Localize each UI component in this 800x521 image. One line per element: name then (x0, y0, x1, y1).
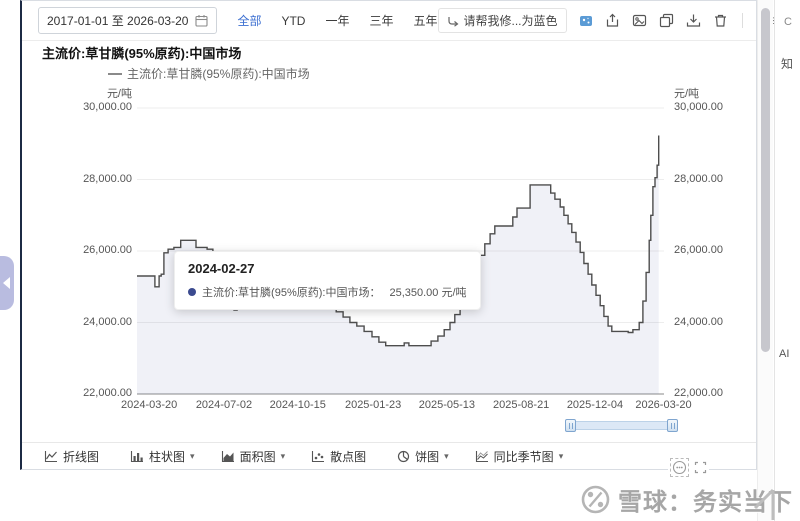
toolbar-right-tools: 请帮我修...为蓝色 (437, 8, 800, 33)
calendar-icon (195, 14, 208, 27)
chart-legend[interactable]: 主流价:草甘膦(95%原药):中国市场 (108, 65, 310, 82)
chart-panel: 2017-01-01 至 2026-03-20 全部 YTD 一年 三年 五年 … (20, 0, 800, 470)
x-axis-label: 2025-05-13 (418, 399, 476, 411)
page: 2017-01-01 至 2026-03-20 全部 YTD 一年 三年 五年 … (0, 0, 800, 521)
chart-tooltip: 2024-02-27 主流价:草甘膦(95%原药):中国市场： 25,350.0… (174, 251, 481, 310)
area-chart-button[interactable]: 面积图 ▾ (221, 448, 286, 465)
right-panel-sliver: C 知 AI (774, 0, 800, 521)
share-icon[interactable] (605, 13, 620, 28)
date-range-picker[interactable]: 2017-01-01 至 2026-03-20 (38, 7, 218, 34)
scatter-chart-icon (311, 450, 325, 463)
caret-down-icon: ▾ (190, 451, 195, 461)
x-axis-label: 2025-08-21 (493, 399, 550, 411)
y-axis-label: 30,000.00 (674, 101, 723, 113)
trash-icon[interactable] (713, 13, 728, 28)
y-axis-unit-right: 元/吨 (674, 88, 700, 100)
bar-chart-button[interactable]: 柱状图 ▾ (130, 448, 195, 465)
caret-down-icon: ▾ (280, 451, 286, 461)
pie-chart-icon (397, 450, 410, 463)
chart-type-toolbar: 折线图 柱状图 ▾ 面积图 ▾ 散点图 饼图 ▾ 同比季节图 ▾ (22, 442, 756, 470)
chart-title: 主流价:草甘膦(95%原药):中国市场 (42, 46, 242, 61)
scrollbar-thumb[interactable] (761, 8, 770, 352)
collapse-arrow-icon (3, 277, 10, 289)
range-slider-track[interactable] (574, 421, 669, 430)
ai-prompt-text: 请帮我修...为蓝色 (463, 14, 558, 28)
x-axis-label: 2026-03-20 (635, 399, 692, 411)
y-axis-label: 24,000.00 (83, 315, 132, 328)
tooltip-date: 2024-02-27 (188, 261, 255, 276)
collapse-handle[interactable] (0, 256, 14, 310)
pie-chart-button[interactable]: 饼图 ▾ (397, 448, 449, 465)
floating-controls (668, 456, 709, 479)
tab-1y[interactable]: 一年 (325, 12, 349, 29)
tab-3y[interactable]: 三年 (369, 12, 393, 29)
scrollbar-track[interactable] (757, 0, 773, 521)
y-axis-label: 28,000.00 (674, 172, 723, 185)
y-axis-label: 22,000.00 (674, 387, 723, 399)
x-axis-label: 2024-07-02 (195, 399, 253, 411)
image-icon[interactable] (632, 13, 647, 28)
tooltip-series-name: 主流价:草甘膦(95%原药):中国市场： (202, 287, 381, 299)
tooltip-value: 25,350.00 元/吨 (389, 287, 467, 299)
range-slider (565, 419, 678, 432)
legend-line-icon (108, 72, 122, 75)
caret-down-icon: ▾ (558, 451, 564, 461)
clipped-text-fragment: C (784, 16, 792, 28)
y-axis-unit-left: 元/吨 (106, 88, 132, 100)
bar-chart-icon (130, 450, 144, 463)
date-range-text: 2017-01-01 至 2026-03-20 (47, 14, 189, 28)
seasonal-chart-icon (475, 450, 489, 463)
y-axis-label: 30,000.00 (83, 101, 132, 113)
circle-badge-icon[interactable] (670, 458, 689, 477)
range-slider-handle-right[interactable] (667, 419, 678, 432)
area-chart-icon (221, 450, 235, 463)
y-axis-label: 24,000.00 (674, 315, 723, 328)
reply-arrow-icon (447, 15, 459, 27)
y-axis-label: 22,000.00 (83, 387, 132, 399)
tab-5y[interactable]: 五年 (413, 12, 437, 29)
xueqiu-logo-icon (580, 484, 611, 515)
magic-icon[interactable] (579, 14, 593, 28)
tab-all[interactable]: 全部 (237, 12, 261, 29)
expand-icon[interactable] (694, 461, 707, 474)
scatter-chart-button[interactable]: 散点图 (311, 448, 371, 465)
ai-prompt-chip[interactable]: 请帮我修...为蓝色 (437, 8, 567, 33)
copy-icon[interactable] (659, 13, 674, 28)
download-icon[interactable] (686, 13, 701, 28)
x-axis-label: 2024-10-15 (269, 399, 326, 411)
clipped-glyph (753, 488, 775, 520)
tooltip-series-dot (188, 288, 196, 296)
period-tabs: 全部 YTD 一年 三年 五年 (237, 12, 437, 29)
x-axis-label: 2024-03-20 (120, 399, 178, 411)
y-axis-label: 26,000.00 (83, 244, 132, 256)
line-chart-icon (44, 450, 58, 463)
seasonal-chart-button[interactable]: 同比季节图 ▾ (475, 448, 564, 465)
tab-ytd[interactable]: YTD (281, 14, 305, 28)
range-slider-handle-left[interactable] (565, 419, 576, 432)
toolbar-divider (741, 13, 743, 28)
legend-label: 主流价:草甘膦(95%原药):中国市场 (127, 67, 310, 81)
line-chart-button[interactable]: 折线图 (44, 448, 104, 465)
clipped-text-fragment: 知 (781, 57, 794, 71)
y-axis-label: 28,000.00 (83, 172, 132, 185)
x-axis-label: 2025-01-23 (344, 399, 402, 411)
caret-down-icon: ▾ (444, 451, 449, 461)
clipped-text-fragment: AI (779, 348, 790, 360)
y-axis-label: 26,000.00 (674, 244, 723, 256)
top-toolbar: 2017-01-01 至 2026-03-20 全部 YTD 一年 三年 五年 … (22, 1, 800, 41)
